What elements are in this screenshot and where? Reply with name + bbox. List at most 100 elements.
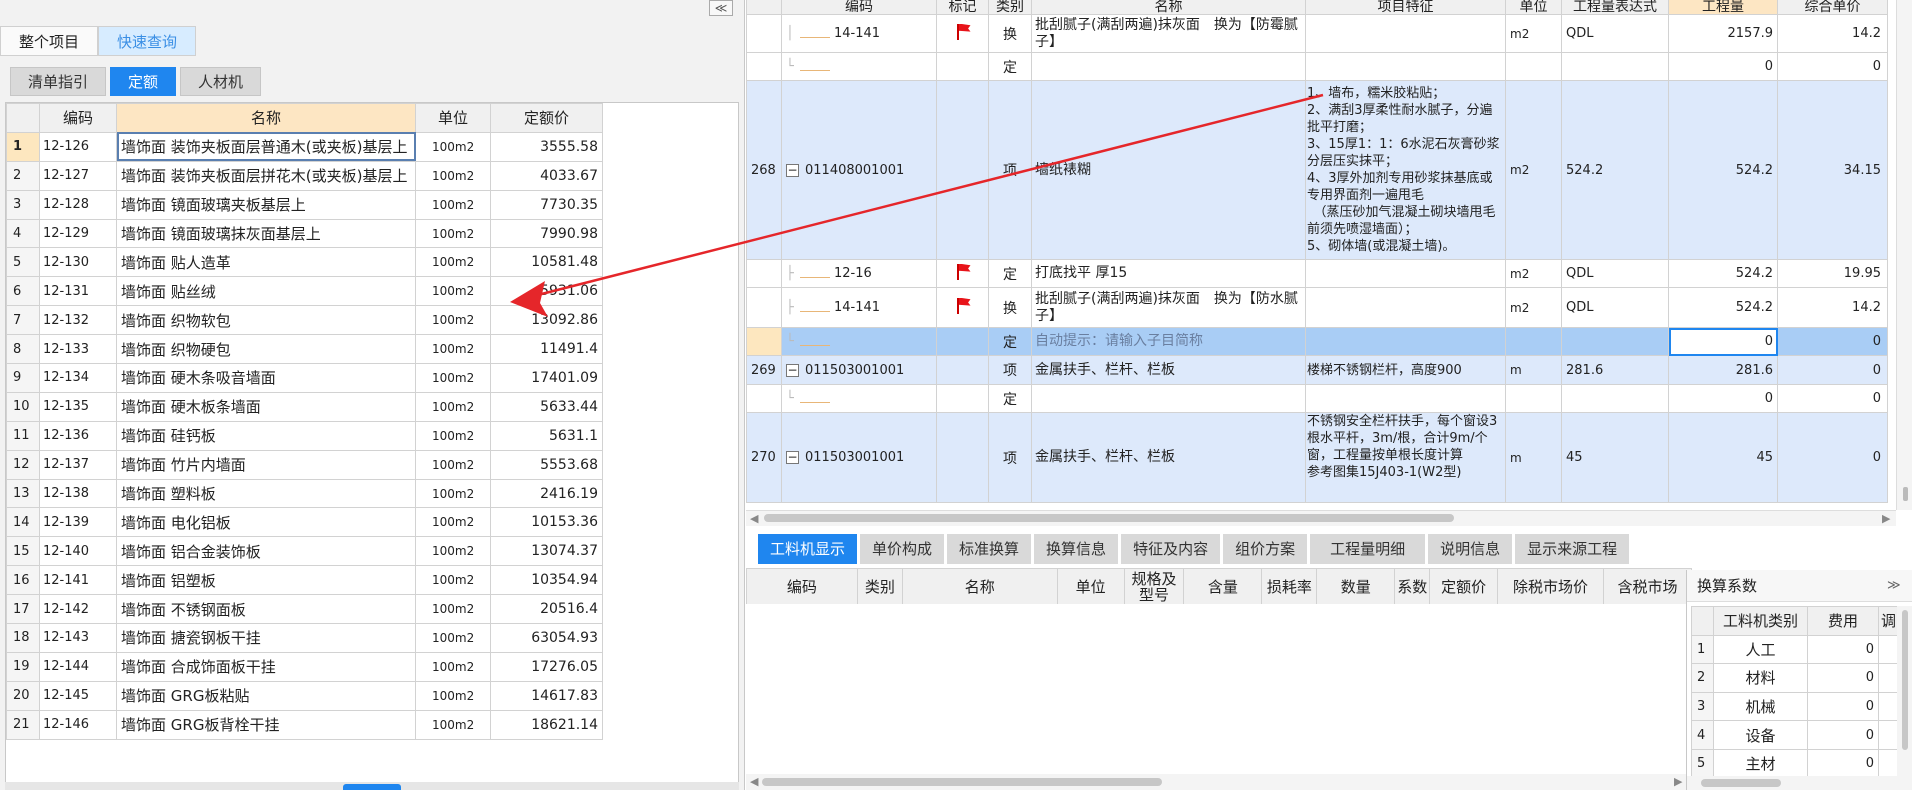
- row-quantity[interactable]: 524.2: [1668, 259, 1778, 288]
- row-fee[interactable]: 0: [1807, 691, 1879, 722]
- row-name[interactable]: 金属扶手、栏杆、栏板: [1031, 412, 1306, 503]
- row-code[interactable]: 12-137: [39, 449, 117, 480]
- row-type[interactable]: 项: [988, 80, 1032, 260]
- row-code[interactable]: 12-126: [39, 131, 117, 162]
- row-unit[interactable]: 100m2: [415, 623, 491, 653]
- red-flag-icon[interactable]: [954, 263, 972, 281]
- row-price[interactable]: 63054.93: [490, 623, 603, 653]
- tab-quota[interactable]: 定额: [110, 67, 177, 96]
- row-unit[interactable]: 100m2: [415, 709, 491, 740]
- col-feature-header[interactable]: 项目特征: [1305, 0, 1506, 15]
- col-price-header[interactable]: 定额价: [490, 103, 603, 133]
- row-price[interactable]: 10354.94: [490, 565, 603, 596]
- table-row[interactable]: 7 12-132 墙饰面 织物软包 100m2 13092.86: [6, 305, 603, 336]
- row-price[interactable]: 3555.58: [490, 131, 603, 162]
- tab-whole-project[interactable]: 整个项目: [0, 26, 99, 56]
- row-price[interactable]: 10581.48: [490, 247, 603, 278]
- table-row[interactable]: 12 12-137 墙饰面 竹片内墙面 100m2 5553.68: [6, 449, 603, 480]
- col-amount-header[interactable]: 数量: [1316, 568, 1396, 605]
- row-quantity[interactable]: 281.6: [1668, 355, 1778, 385]
- row-name[interactable]: 墙饰面 贴人造革: [116, 247, 416, 278]
- row-unit[interactable]: 100m2: [415, 218, 491, 249]
- tab-features[interactable]: 特征及内容: [1121, 534, 1221, 564]
- col-coef-header[interactable]: 系数: [1394, 568, 1431, 605]
- scroll-thumb[interactable]: [764, 514, 1454, 522]
- row-adjust[interactable]: [1878, 691, 1899, 722]
- expand-icon[interactable]: ≫: [1887, 578, 1901, 593]
- col-unit-header[interactable]: 单位: [1056, 568, 1125, 605]
- col-name-header[interactable]: 名称: [116, 103, 416, 133]
- table-row[interactable]: 16 12-141 墙饰面 铝塑板 100m2 10354.94: [6, 565, 603, 596]
- row-expr[interactable]: 45: [1561, 412, 1669, 503]
- table-row[interactable]: 15 12-140 墙饰面 铝合金装饰板 100m2 13074.37: [6, 536, 603, 567]
- table-row[interactable]: 17 12-142 墙饰面 不锈钢面板 100m2 20516.4: [6, 594, 603, 625]
- col-category-header[interactable]: 工料机类别: [1713, 606, 1808, 636]
- row-adjust[interactable]: [1878, 663, 1899, 693]
- tab-description[interactable]: 说明信息: [1428, 534, 1513, 564]
- row-unit[interactable]: m: [1505, 412, 1562, 503]
- row-name[interactable]: 批刮腻子(满刮两遍)抹灰面 换为【防霉腻子】: [1031, 14, 1306, 53]
- row-type[interactable]: 项: [988, 355, 1032, 385]
- row-code[interactable]: 12-129: [39, 218, 117, 249]
- row-expr[interactable]: QDL: [1561, 14, 1669, 53]
- table-row[interactable]: 4 12-129 墙饰面 镜面玻璃抹灰面基层上 100m2 7990.98: [6, 218, 603, 249]
- row-name[interactable]: 墙饰面 GRG板粘贴: [116, 680, 416, 711]
- row-price[interactable]: 10153.36: [490, 507, 603, 538]
- tab-source-project[interactable]: 显示来源工程: [1515, 534, 1630, 564]
- row-code[interactable]: 12-145: [39, 680, 117, 711]
- col-quantity-header[interactable]: 工程量: [1668, 0, 1778, 15]
- row-unit[interactable]: 100m2: [415, 680, 491, 711]
- row-expr[interactable]: QDL: [1561, 259, 1669, 288]
- row-feature[interactable]: 不锈钢安全栏杆扶手，每个窗设3根水平杆，3m/根，合计9m/个窗，工程量按单根长…: [1305, 412, 1506, 503]
- table-row[interactable]: 269 −011503001001 项 金属扶手、栏杆、栏板 楼梯不锈钢栏杆，高…: [746, 355, 1888, 385]
- row-price[interactable]: 4033.67: [490, 160, 603, 191]
- col-quota-price-header[interactable]: 定额价: [1429, 568, 1499, 605]
- table-row[interactable]: ├ 12-16 定 打底找平 厚15 m2 QDL 524.2 19.95: [746, 259, 1888, 288]
- row-name[interactable]: 墙饰面 织物硬包: [116, 334, 416, 365]
- table-row-selected[interactable]: └ 定 自动提示：请输入子目简称 0 0: [746, 327, 1888, 356]
- tab-labor-material-machine[interactable]: 人材机: [180, 67, 262, 96]
- row-type[interactable]: 换: [988, 287, 1032, 328]
- row-unit[interactable]: m2: [1505, 259, 1562, 288]
- tab-material-display[interactable]: 工料机显示: [758, 534, 858, 564]
- collapse-icon[interactable]: −: [786, 163, 799, 177]
- row-expr[interactable]: 281.6: [1561, 355, 1669, 385]
- row-type[interactable]: 定: [988, 259, 1032, 288]
- table-row[interactable]: └ 定 0 0: [746, 384, 1888, 413]
- row-unit[interactable]: 100m2: [415, 276, 491, 307]
- col-mark-header[interactable]: 标记: [936, 0, 989, 15]
- row-name[interactable]: 打底找平 厚15: [1031, 259, 1306, 288]
- row-unit[interactable]: m: [1505, 355, 1562, 385]
- table-row[interactable]: 8 12-133 墙饰面 织物硬包 100m2 11491.4: [6, 334, 603, 365]
- row-type[interactable]: 换: [988, 14, 1032, 53]
- row-price[interactable]: 7730.35: [490, 189, 603, 220]
- table-row[interactable]: 13 12-138 墙饰面 塑料板 100m2 2416.19: [6, 478, 603, 509]
- scroll-left-icon[interactable]: ◀: [750, 511, 758, 527]
- row-unit[interactable]: m2: [1505, 287, 1562, 328]
- col-expr-header[interactable]: 工程量表达式: [1561, 0, 1669, 15]
- col-fee-header[interactable]: 费用: [1807, 606, 1879, 636]
- row-unit[interactable]: 100m2: [415, 507, 491, 538]
- row-code[interactable]: 12-141: [39, 565, 117, 596]
- row-code[interactable]: 12-140: [39, 536, 117, 567]
- row-name[interactable]: 墙饰面 织物软包: [116, 305, 416, 336]
- row-type[interactable]: 定: [988, 52, 1032, 81]
- tab-bill-guide[interactable]: 清单指引: [10, 67, 107, 96]
- table-row[interactable]: 2 材料 0: [1691, 663, 1899, 693]
- row-quantity[interactable]: 524.2: [1668, 80, 1778, 260]
- col-loss-rate-header[interactable]: 损耗率: [1261, 568, 1318, 605]
- table-row[interactable]: 10 12-135 墙饰面 硬木板条墙面 100m2 5633.44: [6, 391, 603, 422]
- row-code[interactable]: 12-144: [39, 651, 117, 682]
- row-price[interactable]: 14617.83: [490, 680, 603, 711]
- table-row[interactable]: 5 主材 0: [1691, 748, 1899, 779]
- table-row[interactable]: 6 12-131 墙饰面 贴丝绒 100m2 5931.06: [6, 276, 603, 307]
- collapse-icon[interactable]: −: [786, 451, 799, 464]
- row-unit[interactable]: 100m2: [415, 420, 491, 451]
- col-code-header[interactable]: 编码: [781, 0, 937, 15]
- tab-conversion-info[interactable]: 换算信息: [1034, 534, 1119, 564]
- scroll-left-icon[interactable]: ◀: [750, 774, 758, 790]
- table-row[interactable]: └ 定 0 0: [746, 52, 1888, 81]
- row-quantity[interactable]: 0: [1668, 384, 1778, 413]
- row-adjust[interactable]: [1878, 634, 1899, 665]
- row-code[interactable]: 12-139: [39, 507, 117, 538]
